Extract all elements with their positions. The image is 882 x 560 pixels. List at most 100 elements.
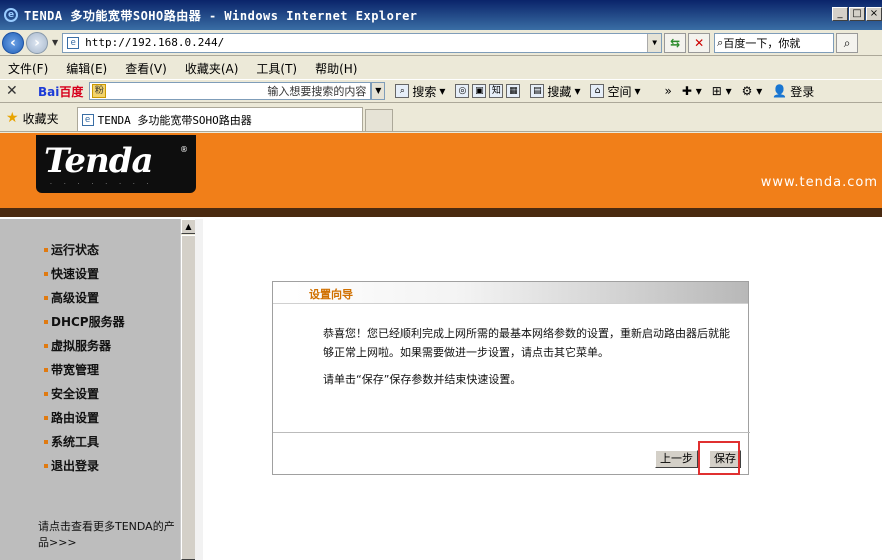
wizard-body: 恭喜您！您已经顺利完成上网所需的最基本网络参数的设置，重新启动路由器后就能够正常… xyxy=(323,324,733,397)
window-controls: _ □ × xyxy=(832,7,882,21)
sidebar: 运行状态 快速设置 高级设置 DHCP服务器 虚拟服务器 带宽管理 安全设置 路… xyxy=(0,219,180,560)
menu-file[interactable]: 文件(F) xyxy=(8,60,48,77)
address-row: ‹ › ▼ e http://192.168.0.244/ ▼ ⇆ ✕ ⌕ 百度… xyxy=(0,30,882,56)
page-content: Tenda ® · · · · · · · · www.tenda.com 运行… xyxy=(0,133,882,560)
image-icon[interactable]: ▣ xyxy=(472,84,487,98)
sidebar-item-virtual-server[interactable]: 虚拟服务器 xyxy=(44,337,111,354)
bullet-icon xyxy=(44,367,48,372)
ie-icon: e xyxy=(4,8,18,22)
magnifier-icon: ⌕ xyxy=(395,84,410,98)
grid-icon[interactable]: ▦ xyxy=(506,84,521,98)
wizard-message: 恭喜您！您已经顺利完成上网所需的最基本网络参数的设置，重新启动路由器后就能够正常… xyxy=(323,327,730,359)
stop-button[interactable]: ✕ xyxy=(688,32,711,53)
sidebar-item-system-tools[interactable]: 系统工具 xyxy=(44,433,99,450)
collect-button[interactable]: ▤ 搜藏 ▾ xyxy=(530,83,580,100)
tab-tenda[interactable]: e TENDA 多功能宽带SOHO路由器 xyxy=(76,107,363,131)
banner-stripe xyxy=(0,208,882,217)
more-products-link[interactable]: 请点击查看更多TENDA的产品>>> xyxy=(38,519,178,551)
logo-text: Tenda xyxy=(44,141,154,181)
space-button[interactable]: ⌂ 空间 ▾ xyxy=(590,83,641,100)
title-bar: e TENDA 多功能宽带SOHO路由器 - Windows Internet … xyxy=(0,0,882,30)
sidebar-item-routing[interactable]: 路由设置 xyxy=(44,409,99,426)
paw-icon[interactable]: ◎ xyxy=(455,84,470,98)
sidebar-item-logout[interactable]: 退出登录 xyxy=(44,457,99,474)
favorites-button[interactable]: ★ 收藏夹 xyxy=(0,105,65,131)
bullet-icon xyxy=(44,391,48,396)
home-icon: ⌂ xyxy=(590,84,605,98)
settings-icon[interactable]: ⚙ ▾ xyxy=(742,84,763,98)
sidebar-scrollbar[interactable]: ▲ xyxy=(180,219,196,560)
registered-icon: ® xyxy=(180,145,188,154)
toolbar-close-icon[interactable]: ✕ xyxy=(6,83,26,99)
tenda-logo: Tenda ® · · · · · · · · xyxy=(36,135,196,193)
bullet-icon xyxy=(44,343,48,348)
address-dropdown-icon[interactable]: ▼ xyxy=(647,33,662,52)
menu-favorites[interactable]: 收藏夹(A) xyxy=(185,60,239,77)
star-icon: ★ xyxy=(6,110,19,126)
content-edge xyxy=(195,219,203,560)
bullet-icon xyxy=(44,295,48,300)
user-icon: 👤 xyxy=(772,84,788,98)
page-icon: e xyxy=(81,113,94,126)
tab-title: TENDA 多功能宽带SOHO路由器 xyxy=(97,113,252,127)
maximize-button[interactable]: □ xyxy=(849,7,865,21)
sidebar-item-dhcp[interactable]: DHCP服务器 xyxy=(44,313,125,330)
more-icon[interactable]: » xyxy=(665,84,672,98)
favorites-label: 收藏夹 xyxy=(22,111,59,126)
save-highlight-box xyxy=(698,441,740,475)
search-value: 百度一下，你就 xyxy=(723,36,801,50)
address-bar[interactable]: e http://192.168.0.244/ ▼ xyxy=(62,32,663,53)
scroll-thumb[interactable] xyxy=(181,235,196,560)
menu-tools[interactable]: 工具(T) xyxy=(256,60,297,77)
previous-button[interactable]: 上一步 xyxy=(655,450,698,468)
pin-icon: 粉 xyxy=(92,84,107,98)
layout-icon[interactable]: ⊞ ▾ xyxy=(712,84,732,98)
menu-bar: 文件(F) 编辑(E) 查看(V) 收藏夹(A) 工具(T) 帮助(H) xyxy=(0,57,882,79)
sidebar-item-bandwidth[interactable]: 带宽管理 xyxy=(44,361,99,378)
bullet-icon xyxy=(44,271,48,276)
banner-url[interactable]: www.tenda.com xyxy=(761,175,878,190)
back-button[interactable]: ‹ xyxy=(2,31,24,54)
wizard-title: 设置向导 xyxy=(309,288,353,301)
minimize-button[interactable]: _ xyxy=(832,7,848,21)
window-title: TENDA 多功能宽带SOHO路由器 - Windows Internet Ex… xyxy=(24,8,418,23)
bullet-icon xyxy=(44,439,48,444)
refresh-button[interactable]: ⇆ xyxy=(664,32,687,53)
wizard-divider xyxy=(273,432,750,433)
baidu-dropdown-icon[interactable]: ▼ xyxy=(371,82,386,100)
setup-wizard-panel: 设置向导 恭喜您！您已经顺利完成上网所需的最基本网络参数的设置，重新启动路由器后… xyxy=(272,281,750,475)
bullet-icon xyxy=(44,463,48,468)
baidu-logo[interactable]: Bai百度 xyxy=(38,83,83,100)
sidebar-item-advanced[interactable]: 高级设置 xyxy=(44,289,99,306)
baidu-placeholder: 输入想要搜索的内容 xyxy=(267,85,367,98)
logo-tagline-graphic: · · · · · · · · xyxy=(50,181,154,188)
login-button[interactable]: 👤 登录 xyxy=(772,83,814,100)
toolbar-icons: ◎ ▣ 知 ▦ xyxy=(455,84,521,98)
forward-button[interactable]: › xyxy=(26,31,48,54)
close-button[interactable]: × xyxy=(866,7,882,21)
page-icon: e xyxy=(67,36,80,49)
scroll-up-icon[interactable]: ▲ xyxy=(181,219,196,234)
baidu-search-input[interactable]: 粉 输入想要搜索的内容 xyxy=(89,82,372,100)
menu-help[interactable]: 帮助(H) xyxy=(315,60,357,77)
wizard-instruction: 请单击“保存”保存参数并结束快速设置。 xyxy=(323,373,522,386)
bookmark-icon: ▤ xyxy=(530,84,545,98)
search-button[interactable]: ⌕ xyxy=(836,32,859,53)
baidu-search-button[interactable]: ⌕ 搜索 ▾ xyxy=(395,83,445,100)
menu-view[interactable]: 查看(V) xyxy=(125,60,167,77)
address-url[interactable]: http://192.168.0.244/ xyxy=(85,36,647,49)
bullet-icon xyxy=(44,247,48,252)
sidebar-item-quick-setup[interactable]: 快速设置 xyxy=(44,265,99,282)
baidu-toolbar: ✕ Bai百度 粉 输入想要搜索的内容 ▼ ⌕ 搜索 ▾ ◎ ▣ 知 ▦ ▤ 搜藏 … xyxy=(0,79,882,103)
history-dropdown-icon[interactable]: ▼ xyxy=(52,38,58,47)
know-icon[interactable]: 知 xyxy=(489,84,504,98)
sidebar-item-status[interactable]: 运行状态 xyxy=(44,241,99,258)
sidebar-item-security[interactable]: 安全设置 xyxy=(44,385,99,402)
tab-row: ★ 收藏夹 e TENDA 多功能宽带SOHO路由器 xyxy=(0,104,882,132)
add-icon[interactable]: ✚ ▾ xyxy=(682,84,702,98)
new-tab-button[interactable] xyxy=(364,109,393,131)
bullet-icon xyxy=(44,415,48,420)
search-input[interactable]: ⌕ 百度一下，你就 xyxy=(714,32,835,53)
bullet-icon xyxy=(44,319,48,324)
menu-edit[interactable]: 编辑(E) xyxy=(66,60,107,77)
